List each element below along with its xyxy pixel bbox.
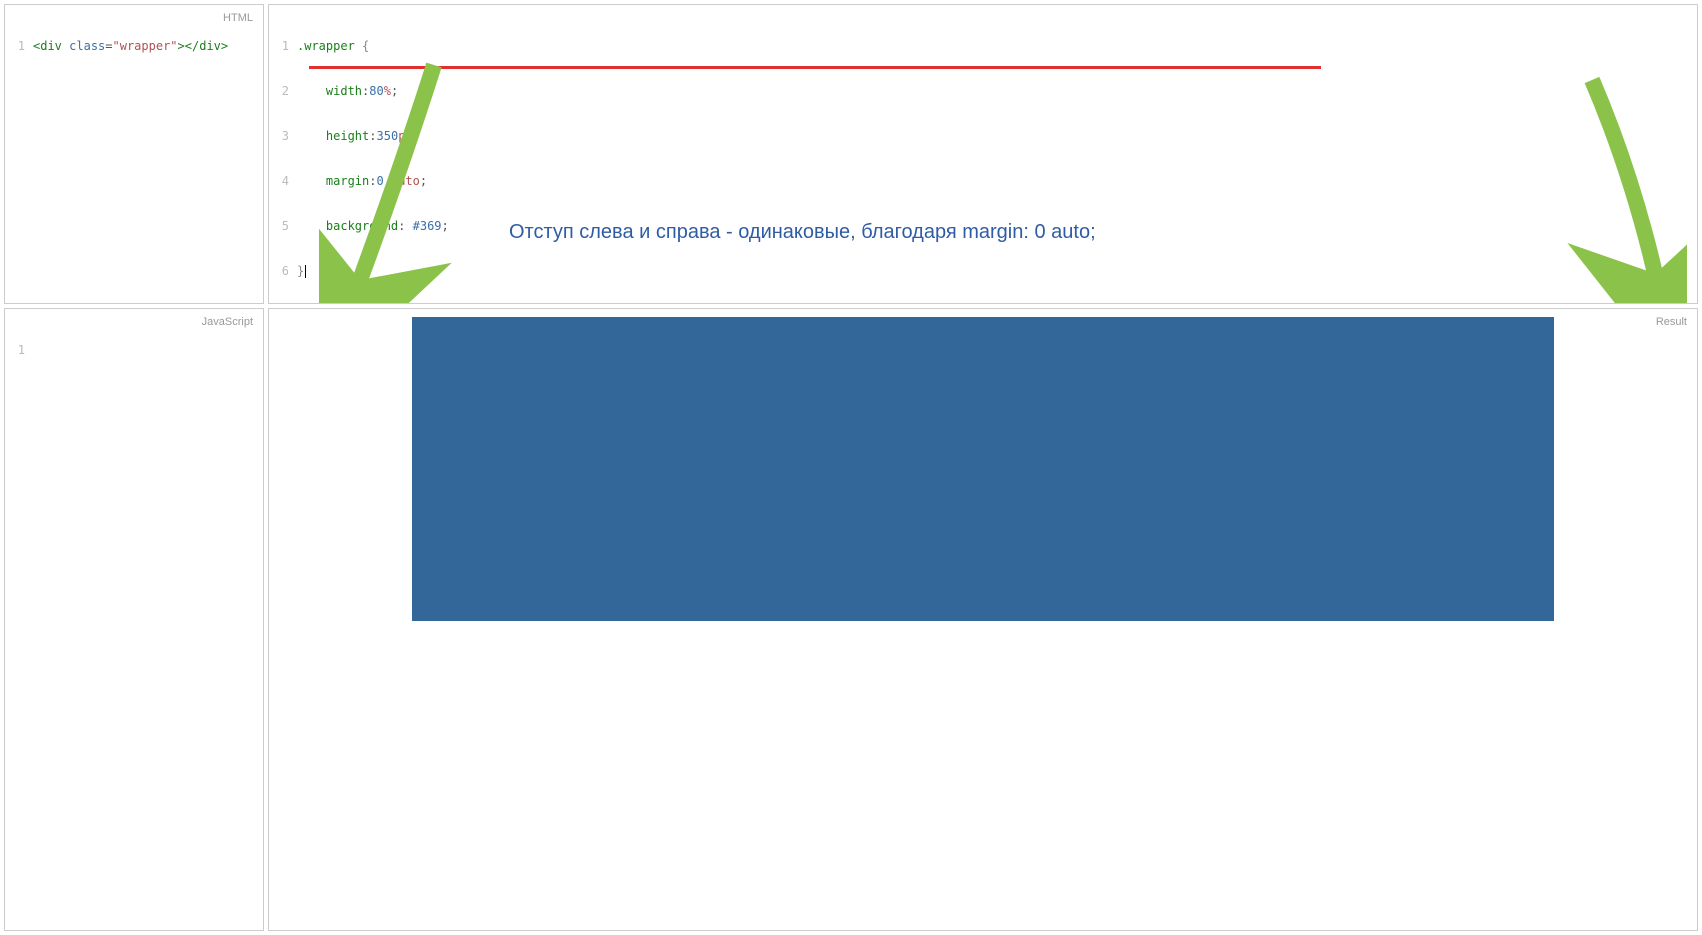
css-line-2: width:80%; [297, 84, 1697, 99]
html-pane[interactable]: HTML 1 <div class="wrapper"></div> [4, 4, 264, 304]
result-pane: Result [268, 308, 1698, 931]
result-wrapper-box [412, 317, 1554, 621]
js-line-1 [33, 343, 263, 358]
line-number: 2 [269, 84, 297, 99]
css-line-1: .wrapper { [297, 39, 1697, 54]
result-pane-label: Result [1652, 315, 1691, 329]
js-pane[interactable]: JavaScript 1 [4, 308, 264, 931]
line-number: 1 [269, 39, 297, 54]
css-line-4: margin:0 auto; [297, 174, 1697, 189]
css-line-6: } [297, 264, 1697, 279]
css-code-editor[interactable]: 1 .wrapper { 2 width:80%; 3 height:350px… [269, 5, 1697, 304]
line-number: 1 [5, 343, 33, 358]
line-number: 4 [269, 174, 297, 189]
line-number: 3 [269, 129, 297, 144]
result-content [269, 317, 1697, 931]
js-pane-label: JavaScript [198, 315, 257, 329]
fiddle-grid: HTML 1 <div class="wrapper"></div> 1 .wr… [0, 0, 1702, 935]
line-number: 6 [269, 264, 297, 279]
html-pane-label: HTML [219, 11, 257, 25]
annotation-text: Отступ слева и справа - одинаковые, благ… [509, 221, 1096, 244]
html-line-1: <div class="wrapper"></div> [33, 39, 263, 54]
line-number: 1 [5, 39, 33, 54]
css-line-3: height:350px; [297, 129, 1697, 144]
text-cursor [305, 265, 306, 278]
line-number: 5 [269, 219, 297, 234]
css-pane[interactable]: 1 .wrapper { 2 width:80%; 3 height:350px… [268, 4, 1698, 304]
annotation-underline [309, 66, 1321, 69]
